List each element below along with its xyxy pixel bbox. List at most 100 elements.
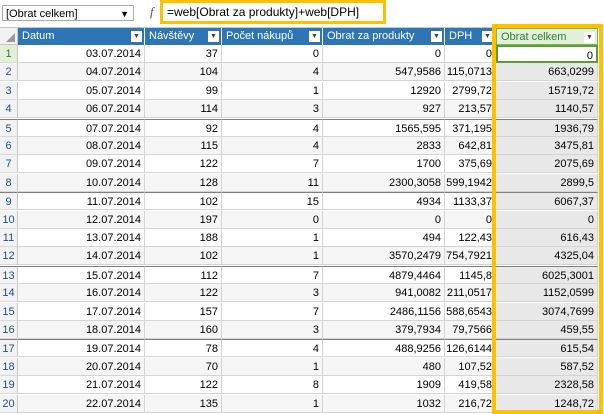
filter-dropdown-icon[interactable]: ▼: [309, 31, 320, 42]
row-number[interactable]: 10: [0, 210, 18, 229]
table-cell[interactable]: 1: [222, 81, 323, 100]
table-cell[interactable]: 17.07.2014: [18, 302, 145, 321]
table-cell[interactable]: 20.07.2014: [18, 357, 145, 376]
table-cell[interactable]: 115,0713: [445, 63, 496, 82]
table-cell[interactable]: 1: [222, 229, 323, 247]
table-cell[interactable]: 216,72: [445, 394, 496, 413]
row-number[interactable]: 5: [0, 118, 18, 137]
table-cell[interactable]: 14.07.2014: [18, 247, 145, 266]
row-number[interactable]: 14: [0, 284, 18, 303]
table-cell[interactable]: 18.07.2014: [18, 321, 145, 339]
table-cell[interactable]: 11.07.2014: [18, 192, 145, 211]
table-cell[interactable]: 99: [145, 81, 222, 100]
table-cell[interactable]: 2899,5: [496, 173, 598, 192]
table-cell[interactable]: 547,9586: [323, 63, 445, 82]
row-number[interactable]: 11: [0, 229, 18, 247]
table-cell[interactable]: 1909: [323, 376, 445, 395]
table-cell[interactable]: 22.07.2014: [18, 394, 145, 413]
formula-input[interactable]: =web[Obrat za produkty]+web[DPH]: [160, 0, 386, 24]
table-cell[interactable]: 157: [145, 302, 222, 321]
table-cell[interactable]: 09.07.2014: [18, 155, 145, 174]
table-cell[interactable]: 19.07.2014: [18, 339, 145, 358]
table-cell[interactable]: 488,9256: [323, 339, 445, 358]
table-cell[interactable]: 3074,7699: [496, 302, 598, 321]
table-cell[interactable]: 122: [145, 376, 222, 395]
table-cell[interactable]: 379,7934: [323, 321, 445, 339]
name-box[interactable]: [Obrat celkem] ▼: [2, 5, 134, 21]
table-cell[interactable]: 1: [222, 394, 323, 413]
table-cell[interactable]: 78: [145, 339, 222, 358]
table-cell[interactable]: 135: [145, 394, 222, 413]
row-number[interactable]: 1: [0, 45, 18, 63]
table-cell[interactable]: 2328,58: [496, 376, 598, 395]
table-cell[interactable]: 104: [145, 63, 222, 82]
table-cell[interactable]: 7: [222, 265, 323, 284]
table-cell[interactable]: 4: [222, 339, 323, 358]
table-cell[interactable]: 197: [145, 210, 222, 229]
table-cell[interactable]: 114: [145, 100, 222, 119]
row-number[interactable]: 8: [0, 173, 18, 192]
table-cell[interactable]: 122,43: [445, 229, 496, 247]
table-cell[interactable]: 21.07.2014: [18, 376, 145, 395]
table-cell[interactable]: 642,81: [445, 137, 496, 155]
table-cell[interactable]: 112: [145, 265, 222, 284]
row-number[interactable]: 7: [0, 155, 18, 174]
table-cell[interactable]: 1152,0599: [496, 284, 598, 303]
table-cell[interactable]: 12920: [323, 81, 445, 100]
row-number[interactable]: 15: [0, 302, 18, 321]
column-header-obrat-celkem[interactable]: Obrat celkem ▼: [496, 28, 598, 45]
row-number[interactable]: 3: [0, 81, 18, 100]
table-cell[interactable]: 213,57: [445, 100, 496, 119]
filter-dropdown-icon[interactable]: ▼: [584, 32, 595, 43]
row-number[interactable]: 19: [0, 376, 18, 395]
table-cell[interactable]: 7: [222, 155, 323, 174]
table-cell[interactable]: 10.07.2014: [18, 173, 145, 192]
table-cell[interactable]: 1: [222, 357, 323, 376]
table-cell[interactable]: 04.07.2014: [18, 63, 145, 82]
column-header-navstevy[interactable]: Návštěvy ▼: [145, 28, 222, 45]
table-cell[interactable]: 0: [323, 45, 445, 63]
row-number[interactable]: 9: [0, 192, 18, 211]
table-cell[interactable]: 599,1942: [445, 173, 496, 192]
table-cell[interactable]: 08.07.2014: [18, 137, 145, 155]
row-number[interactable]: 12: [0, 247, 18, 266]
table-cell[interactable]: 4325,04: [496, 247, 598, 266]
table-cell[interactable]: 4: [222, 63, 323, 82]
table-cell[interactable]: 2075,69: [496, 155, 598, 174]
table-cell[interactable]: 122: [145, 284, 222, 303]
table-cell[interactable]: 0: [222, 210, 323, 229]
select-all-corner[interactable]: [0, 28, 18, 45]
table-cell[interactable]: 13.07.2014: [18, 229, 145, 247]
row-number[interactable]: 16: [0, 321, 18, 339]
table-cell[interactable]: 754,7921: [445, 247, 496, 266]
row-number[interactable]: 18: [0, 357, 18, 376]
column-header-datum[interactable]: Datum ▼: [18, 28, 145, 45]
column-header-dph[interactable]: DPH ▼: [445, 28, 496, 45]
table-cell[interactable]: 8: [222, 376, 323, 395]
row-number[interactable]: 13: [0, 265, 18, 284]
table-cell[interactable]: 1565,595: [323, 118, 445, 137]
table-cell[interactable]: 0: [445, 210, 496, 229]
table-cell[interactable]: 941,0082: [323, 284, 445, 303]
table-cell[interactable]: 3570,2479: [323, 247, 445, 266]
table-cell[interactable]: 1032: [323, 394, 445, 413]
table-cell[interactable]: 4: [222, 137, 323, 155]
table-cell[interactable]: 102: [145, 192, 222, 211]
table-cell[interactable]: 160: [145, 321, 222, 339]
table-cell[interactable]: 126,6144: [445, 339, 496, 358]
table-cell[interactable]: 1248,72: [496, 394, 598, 413]
table-cell[interactable]: 1700: [323, 155, 445, 174]
table-cell[interactable]: 371,195: [445, 118, 496, 137]
table-cell[interactable]: 16.07.2014: [18, 284, 145, 303]
chevron-down-icon[interactable]: ▼: [120, 6, 129, 22]
row-number[interactable]: 6: [0, 137, 18, 155]
table-cell[interactable]: 587,52: [496, 357, 598, 376]
table-cell[interactable]: 2300,3058: [323, 173, 445, 192]
row-number[interactable]: 17: [0, 339, 18, 358]
filter-dropdown-icon[interactable]: ▼: [431, 31, 442, 42]
table-cell[interactable]: 3: [222, 100, 323, 119]
table-cell[interactable]: 11: [222, 173, 323, 192]
table-cell[interactable]: 211,0517: [445, 284, 496, 303]
table-cell[interactable]: 37: [145, 45, 222, 63]
filter-dropdown-icon[interactable]: ▼: [482, 31, 493, 42]
